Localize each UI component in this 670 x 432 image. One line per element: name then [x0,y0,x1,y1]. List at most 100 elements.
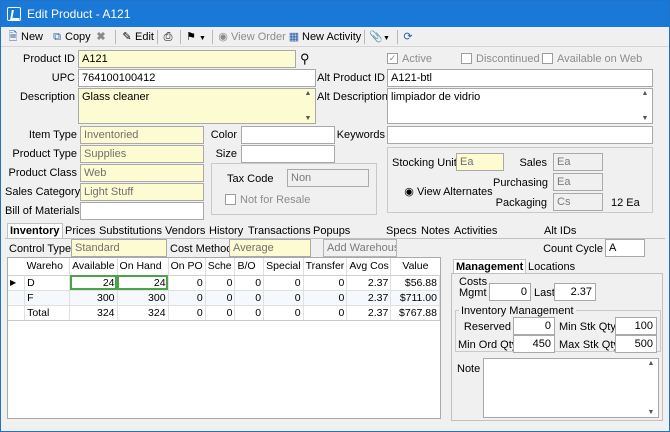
new-button[interactable]: 🗎 New [7,29,43,45]
attachment-dropdown-button[interactable]: 📎▼ [369,29,390,45]
column-header[interactable]: Special [263,258,304,276]
tab-transactions[interactable]: Transactions [245,223,314,239]
print-button[interactable]: ⎙ [162,29,176,45]
title-bar[interactable]: Edit Product - A121 [1,1,669,27]
available-on-web-checkbox[interactable] [542,53,553,64]
sales-category-field[interactable]: Light Stuff [80,183,204,201]
table-cell[interactable]: 0 [303,275,348,291]
tab-specs[interactable]: Specs [383,223,420,239]
reserved-field[interactable]: 0 [513,317,555,335]
alt-description-label: Alt Description [317,91,388,103]
tab-popups[interactable]: Popups [310,223,353,239]
item-type-field[interactable]: Inventoried [80,126,204,144]
column-header[interactable]: B/O [234,258,265,276]
copy-button[interactable]: ⧉ Copy [51,29,91,45]
table-row[interactable]: F 300 300 0 0 0 0 0 2.37 $711.00 [8,290,440,306]
keywords-field[interactable] [387,126,653,144]
table-cell[interactable]: 300 [69,290,118,306]
description-field[interactable]: Glass cleaner ▲ ▼ [78,88,316,124]
tab-substitutions[interactable]: Substitutions [96,223,165,239]
min-stock-qty-field[interactable]: 100 [615,317,657,335]
product-id-field[interactable]: A121 [78,50,296,68]
description-scrollbar[interactable]: ▲ ▼ [302,90,314,122]
tab-alt-ids[interactable]: Alt IDs [541,223,579,239]
warehouse-grid[interactable]: Wareho Available On Hand On PO Sche B/O … [7,257,441,419]
binoculars-icon: ◉ [404,186,414,198]
tab-vendors[interactable]: Vendors [162,223,208,239]
table-cell[interactable]: 0 [168,275,206,291]
search-icon[interactable]: ⚲ [300,51,310,67]
tab-history[interactable]: History [206,223,246,239]
purchasing-unit-field[interactable]: Ea [553,173,603,191]
table-cell[interactable]: 24 [117,275,169,291]
table-cell[interactable]: 0 [205,290,236,306]
sales-unit-field[interactable]: Ea [553,153,603,171]
alt-description-scrollbar[interactable]: ▲ ▼ [639,90,651,122]
tab-notes[interactable]: Notes [418,223,453,239]
column-header[interactable]: On PO [168,258,206,276]
table-cell[interactable]: 0 [263,290,304,306]
new-activity-button[interactable]: ▦ New Activity [288,29,362,45]
column-header[interactable]: Available [69,258,118,276]
product-type-field[interactable]: Supplies [80,145,204,163]
note-scrollbar[interactable]: ▲ ▼ [645,360,657,416]
cost-method-field[interactable]: Average [229,239,311,257]
tab-inventory[interactable]: Inventory [7,223,63,239]
last-cost-field[interactable]: 2.37 [554,283,596,301]
note-field[interactable]: ▲ ▼ [483,358,659,418]
max-stock-qty-field[interactable]: 500 [615,335,657,353]
upc-field[interactable]: 764100100412 [78,69,316,87]
alt-product-id-field[interactable]: A121-btl [387,69,653,87]
bill-of-materials-field[interactable] [80,202,204,220]
table-cell[interactable]: F [24,290,71,306]
column-header[interactable]: Wareho [24,258,71,276]
mgmt-cost-field[interactable]: 0 [489,283,531,301]
discontinued-checkbox[interactable] [461,53,472,64]
delete-button[interactable]: ✖ [95,29,109,45]
table-cell[interactable]: $56.88 [390,275,440,291]
refresh-button[interactable]: ⟳ [402,29,416,45]
table-cell[interactable]: 300 [117,290,169,306]
count-cycle-field[interactable]: A [605,239,645,257]
table-cell[interactable]: 0 [205,275,236,291]
table-cell[interactable]: 0 [263,275,304,291]
table-cell[interactable]: 2.37 [346,275,392,291]
edit-button[interactable]: ✎ Edit [121,29,154,45]
table-cell[interactable]: $711.00 [390,290,440,306]
tag-dropdown-button[interactable]: ⚑ ▼ [185,29,206,45]
view-order-button[interactable]: ◉ View Order [217,29,286,45]
app-edit-icon [7,7,21,21]
product-class-field[interactable]: Web [80,164,204,182]
tab-prices[interactable]: Prices [62,223,99,239]
packaging-unit-field[interactable]: Cs [553,193,603,211]
table-cell[interactable]: 0 [234,290,265,306]
not-for-resale-label: Not for Resale [240,194,311,206]
column-header[interactable]: Sche [205,258,236,276]
control-type-field[interactable]: Standard [71,239,167,257]
size-field[interactable] [241,145,335,163]
active-checkbox[interactable]: ✓ [387,53,398,64]
table-cell[interactable]: D [24,275,71,291]
alt-description-field[interactable]: limpiador de vidrio ▲ ▼ [387,88,653,124]
column-header[interactable]: Avg Cos [346,258,392,276]
table-cell[interactable]: 2.37 [346,290,392,306]
not-for-resale-checkbox[interactable] [225,194,236,205]
packaging-unit-label: Packaging [495,197,547,209]
stocking-unit-field[interactable]: Ea [456,153,504,171]
table-cell[interactable]: 0 [303,290,348,306]
table-cell[interactable]: 0 [234,275,265,291]
table-cell[interactable]: 24 [69,275,118,291]
table-row[interactable]: ▶ D 24 24 0 0 0 0 0 2.37 $56.88 [8,275,440,291]
view-alternates-button[interactable]: ◉ View Alternates [403,184,492,200]
column-header[interactable]: On Hand [117,258,169,276]
tax-code-dropdown[interactable]: Non [287,169,369,187]
product-class-label: Product Class [8,167,77,179]
add-warehouse-button[interactable]: Add Warehouse [323,239,397,257]
table-cell[interactable]: 0 [168,290,206,306]
tab-activities[interactable]: Activities [451,223,500,239]
min-order-qty-field[interactable]: 450 [513,335,555,353]
column-header[interactable]: Value [390,258,440,276]
row-selector[interactable] [8,290,26,306]
column-header[interactable]: Transfer [303,258,348,276]
tag-icon: ⚑ [186,31,196,43]
